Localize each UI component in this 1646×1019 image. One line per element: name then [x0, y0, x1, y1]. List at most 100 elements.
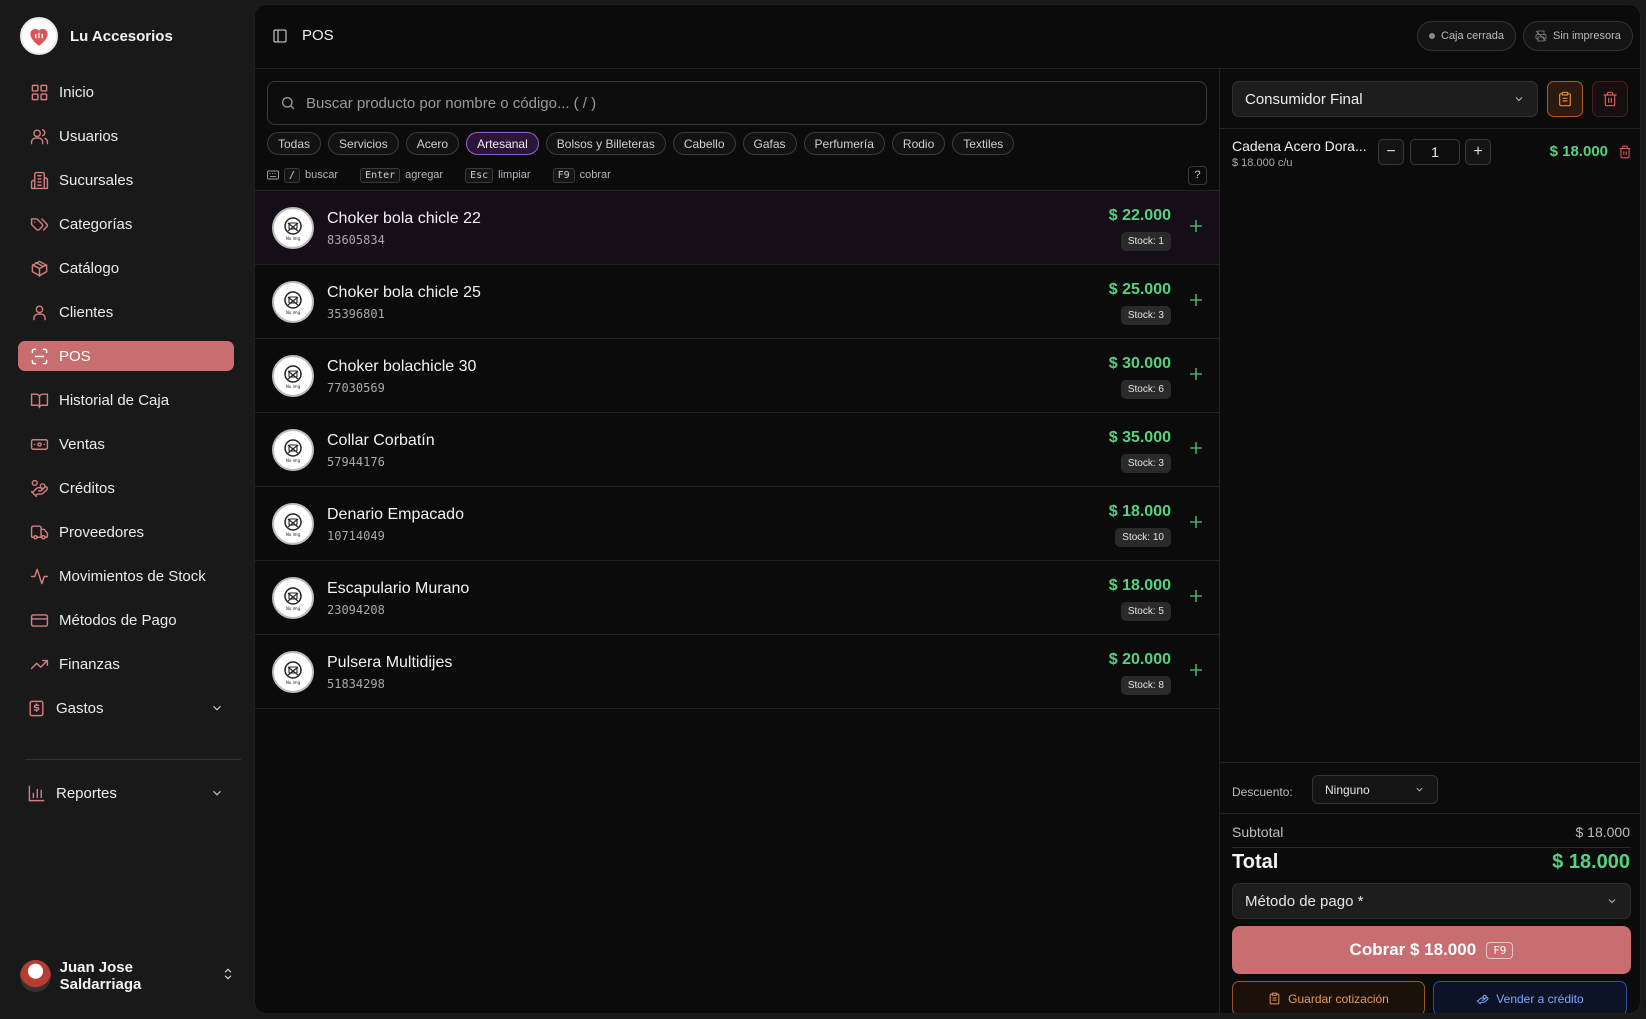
save-quote-button[interactable]: Guardar cotización	[1232, 981, 1425, 1013]
search-input[interactable]	[306, 94, 1186, 112]
product-row[interactable]: No img Choker bola chicle 22 83605834 $ 22.…	[255, 191, 1219, 265]
sidebar-item-label: Finanzas	[59, 655, 120, 673]
main-panel: POS Caja cerrada Sin impresora Todas Ser…	[254, 4, 1641, 1014]
sidebar-item-pos[interactable]: POS	[18, 341, 234, 371]
stock-badge: Stock: 3	[1120, 454, 1171, 473]
product-code: 77030569	[327, 381, 385, 395]
svg-text:No img: No img	[286, 606, 301, 611]
subtotal-label: Subtotal	[1232, 824, 1284, 840]
sell-on-credit-label: Vender a crédito	[1496, 991, 1584, 1006]
product-row[interactable]: No img Collar Corbatín 57944176 $ 35.000 Sto…	[255, 413, 1219, 487]
product-name: Denario Empacado	[327, 506, 464, 523]
category-chip-artesanal[interactable]: Artesanal	[466, 132, 539, 155]
stock-badge: Stock: 8	[1120, 676, 1171, 695]
product-row[interactable]: No img Denario Empacado 10714049 $ 18.000 St…	[255, 487, 1219, 561]
sidebar-item-label: Ventas	[59, 435, 105, 453]
product-row[interactable]: No img Escapulario Murano 23094208 $ 18.000…	[255, 561, 1219, 635]
payment-method-select[interactable]: Método de pago *	[1232, 883, 1631, 919]
add-product-plus-icon[interactable]	[1187, 291, 1205, 309]
shortcut-label: agregar	[405, 169, 444, 181]
sidebar-item-usuarios[interactable]: Usuarios	[18, 121, 234, 151]
add-product-plus-icon[interactable]	[1187, 439, 1205, 457]
add-product-plus-icon[interactable]	[1187, 661, 1205, 679]
sidebar-item-sucursales[interactable]: Sucursales	[18, 165, 234, 195]
quantity-increase-button[interactable]: +	[1465, 139, 1491, 165]
sidebar-item-inicio[interactable]: Inicio	[18, 77, 234, 107]
printer-status-badge[interactable]: Sin impresora	[1523, 21, 1633, 51]
sidebar-item-movimientos-de-stock[interactable]: Movimientos de Stock	[18, 561, 234, 591]
cash-status-badge[interactable]: Caja cerrada	[1417, 21, 1516, 51]
printer-off-icon	[1535, 30, 1547, 42]
trending-up-icon	[29, 654, 49, 674]
help-button[interactable]: ?	[1188, 165, 1207, 185]
top-bar: POS Caja cerrada Sin impresora	[255, 5, 1640, 69]
category-chip-bolsos-y-billeteras[interactable]: Bolsos y Billeteras	[545, 132, 666, 155]
charge-button[interactable]: Cobrar $ 18.000 F9	[1232, 926, 1631, 974]
product-image-placeholder-icon: No img	[272, 503, 314, 545]
add-product-plus-icon[interactable]	[1187, 587, 1205, 605]
brand-name: Lu Accesorios	[70, 27, 173, 45]
category-filter: Todas Servicios Acero Artesanal Bolsos y…	[267, 132, 1015, 155]
sidebar-item-label: Créditos	[59, 479, 115, 497]
tags-icon	[29, 214, 49, 234]
customer-select[interactable]: Consumidor Final	[1232, 81, 1538, 117]
sidebar-toggle-icon[interactable]	[272, 28, 288, 44]
remove-item-trash-icon[interactable]	[1618, 145, 1632, 159]
product-code: 35396801	[327, 307, 385, 321]
product-row[interactable]: No img Pulsera Multidijes 51834298 $ 20.000…	[255, 635, 1219, 709]
sidebar-item-label: Historial de Caja	[59, 391, 170, 409]
product-code: 23094208	[327, 603, 385, 617]
product-row[interactable]: No img Choker bola chicle 25 35396801 $ 25.…	[255, 265, 1219, 339]
product-code: 57944176	[327, 455, 385, 469]
user-menu[interactable]: Juan Jose Saldarriaga	[20, 959, 235, 993]
sidebar-item-metodos-de-pago[interactable]: Métodos de Pago	[18, 605, 234, 635]
sidebar-item-clientes[interactable]: Clientes	[18, 297, 234, 327]
sidebar-item-creditos[interactable]: Créditos	[18, 473, 234, 503]
chevron-down-icon	[210, 701, 224, 715]
category-chip-textiles[interactable]: Textiles	[952, 132, 1015, 155]
sidebar-item-gastos[interactable]: Gastos	[18, 693, 234, 723]
product-price: $ 22.000	[1108, 207, 1171, 224]
stock-badge: Stock: 3	[1120, 306, 1171, 325]
cart-item-unit-price: $ 18.000 c/u	[1232, 157, 1293, 169]
quantity-input[interactable]	[1410, 139, 1460, 165]
quotes-button[interactable]	[1547, 81, 1583, 117]
category-chip-gafas[interactable]: Gafas	[742, 132, 797, 155]
category-chip-perfumeria[interactable]: Perfumería	[803, 132, 885, 155]
search-box[interactable]	[267, 81, 1207, 125]
add-product-plus-icon[interactable]	[1187, 217, 1205, 235]
sidebar-item-finanzas[interactable]: Finanzas	[18, 649, 234, 679]
charge-button-label: Cobrar $ 18.000	[1349, 940, 1477, 959]
sidebar-item-label: Sucursales	[59, 171, 134, 189]
category-chip-servicios[interactable]: Servicios	[328, 132, 399, 155]
add-product-plus-icon[interactable]	[1187, 513, 1205, 531]
users-icon	[29, 126, 49, 146]
avatar	[20, 960, 51, 992]
add-product-plus-icon[interactable]	[1187, 365, 1205, 383]
cart-item: Cadena Acero Dora... $ 18.000 c/u − + $ …	[1232, 136, 1632, 174]
cart-item-total: $ 18.000	[1549, 143, 1608, 160]
category-chip-rodio[interactable]: Rodio	[891, 132, 946, 155]
cart-item-name: Cadena Acero Dora...	[1232, 138, 1367, 154]
category-chip-cabello[interactable]: Cabello	[672, 132, 736, 155]
brand[interactable]: Lu Accesorios	[20, 17, 173, 55]
discount-select[interactable]: Ninguno	[1312, 775, 1438, 804]
sidebar-item-catalogo[interactable]: Catálogo	[18, 253, 234, 283]
product-row[interactable]: No img Choker bolachicle 30 77030569 $ 30.0…	[255, 339, 1219, 413]
sidebar-item-proveedores[interactable]: Proveedores	[18, 517, 234, 547]
sidebar-item-categorias[interactable]: Categorías	[18, 209, 234, 239]
sidebar-item-label: Inicio	[59, 83, 95, 101]
clear-cart-button[interactable]	[1592, 81, 1628, 117]
building-icon	[29, 170, 49, 190]
sidebar-item-historial-de-caja[interactable]: Historial de Caja	[18, 385, 234, 415]
svg-text:No img: No img	[286, 384, 301, 389]
sidebar-item-label: Categorías	[59, 215, 133, 233]
sell-on-credit-button[interactable]: Vender a crédito	[1433, 981, 1627, 1013]
quantity-decrease-button[interactable]: −	[1378, 139, 1404, 165]
product-image-placeholder-icon: No img	[272, 429, 314, 471]
category-chip-acero[interactable]: Acero	[405, 132, 460, 155]
product-code: 83605834	[327, 233, 385, 247]
sidebar-item-ventas[interactable]: Ventas	[18, 429, 234, 459]
sidebar-item-reportes[interactable]: Reportes	[18, 778, 234, 808]
category-chip-todas[interactable]: Todas	[267, 132, 322, 155]
